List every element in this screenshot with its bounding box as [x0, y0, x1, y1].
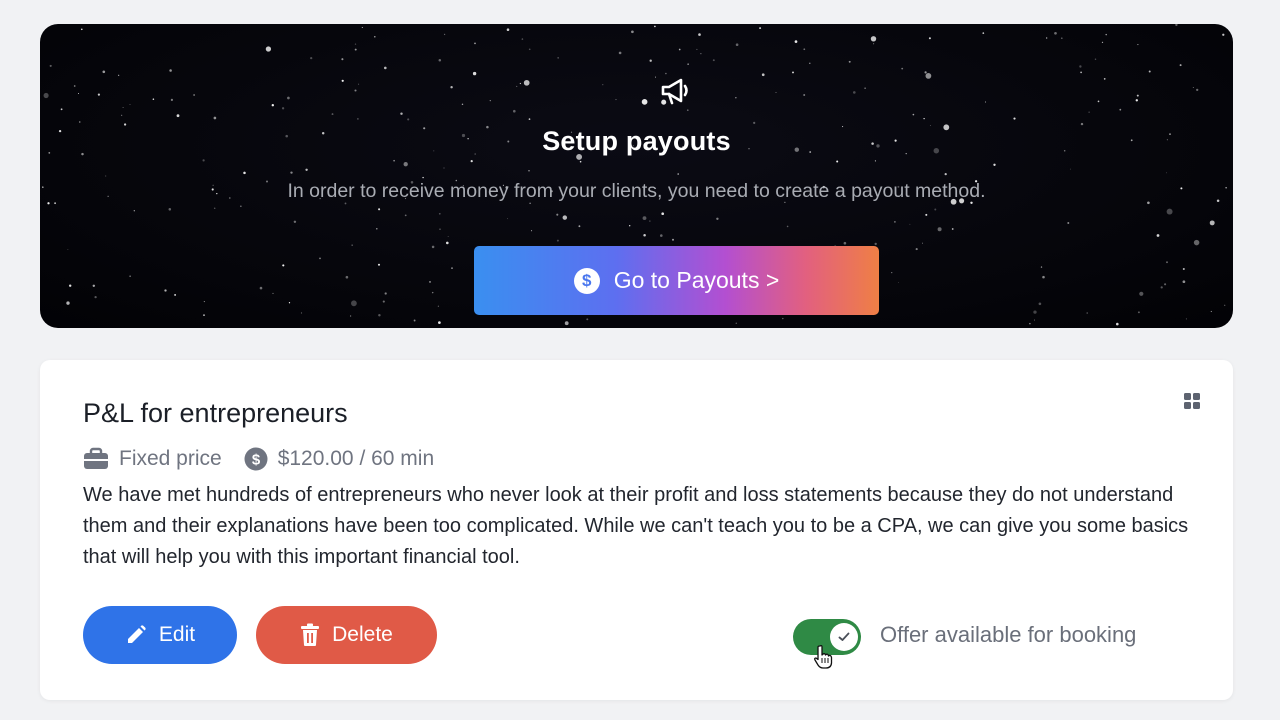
offer-price: $120.00 / 60 min [277, 447, 435, 470]
banner-title: Setup payouts [542, 126, 731, 156]
offer-description: We have met hundreds of entrepreneurs wh… [83, 484, 1189, 568]
offer-title: P&L for entrepreneurs [83, 398, 348, 428]
offer-meta: Fixed price $ $120.00 / 60 min [83, 447, 434, 471]
briefcase-icon [83, 447, 109, 471]
edit-label: Edit [158, 623, 196, 646]
banner-subtitle: In order to receive money from your clie… [287, 180, 986, 202]
megaphone-icon [661, 78, 688, 105]
delete-label: Delete [332, 623, 393, 646]
edit-button[interactable]: Edit [83, 606, 237, 664]
pricing-type: Fixed price [119, 447, 222, 470]
hand-pointer-cursor-icon [814, 645, 833, 669]
setup-payouts-banner: Setup payouts In order to receive money … [40, 24, 1233, 328]
svg-text:$: $ [252, 452, 261, 469]
toggle-label: Offer available for booking [880, 622, 1137, 647]
trash-icon [301, 623, 320, 646]
drag-grid-icon[interactable] [1184, 393, 1200, 409]
dollar-circle-icon: $ [244, 447, 268, 471]
delete-button[interactable]: Delete [256, 606, 437, 664]
pencil-icon [127, 625, 146, 643]
go-to-payouts-label: Go to Payouts > [613, 267, 780, 293]
check-icon [838, 632, 850, 641]
go-to-payouts-button[interactable]: $ Go to Payouts > [474, 246, 879, 315]
dollar-circle-icon: $ [573, 267, 600, 294]
offer-card: P&L for entrepreneurs Fixed price $ $120… [40, 360, 1233, 700]
